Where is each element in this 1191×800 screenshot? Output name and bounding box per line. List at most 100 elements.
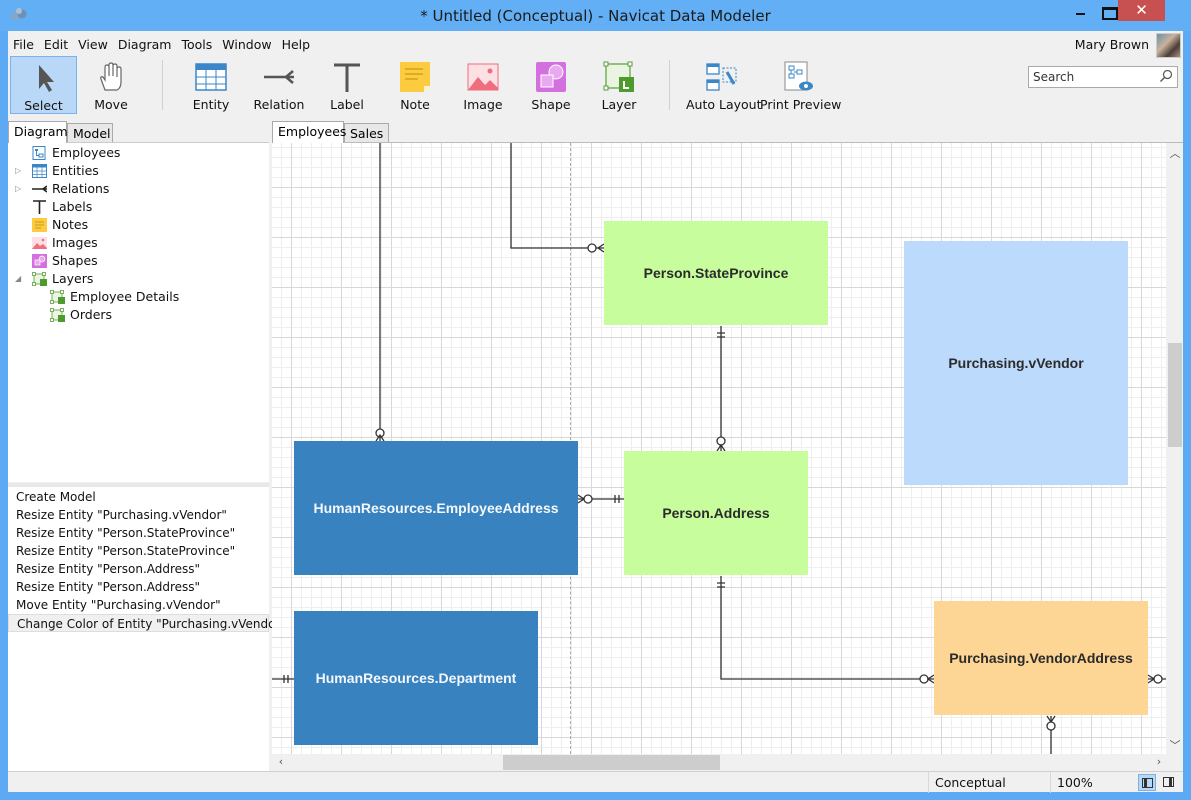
- menu-diagram[interactable]: Diagram: [113, 35, 177, 54]
- toolbar: Select Move Entity Relation Label Note I…: [8, 56, 1018, 118]
- history-item[interactable]: Resize Entity "Purchasing.vVendor": [8, 506, 269, 524]
- cursor-icon: [38, 65, 54, 92]
- relation-line: [919, 674, 929, 684]
- history-item[interactable]: Resize Entity "Person.Address": [8, 578, 269, 596]
- layer-tool-button[interactable]: Layer: [588, 56, 650, 114]
- tab-sales[interactable]: Sales: [344, 123, 389, 143]
- close-button[interactable]: ✕: [1118, 0, 1165, 21]
- menu-window[interactable]: Window: [217, 35, 276, 54]
- auto-layout-label: Auto Layout: [686, 97, 762, 112]
- user-name[interactable]: Mary Brown: [1075, 37, 1149, 52]
- menu-edit[interactable]: Edit: [39, 35, 73, 54]
- search-icon[interactable]: [1159, 69, 1173, 83]
- scroll-up-icon[interactable]: ︿: [1168, 145, 1182, 161]
- diagram-icon: [32, 146, 46, 160]
- entity-humanresources-department[interactable]: HumanResources.Department: [294, 611, 538, 745]
- menu-file[interactable]: File: [8, 35, 39, 54]
- hand-icon: [100, 62, 122, 91]
- select-tool-button[interactable]: Select: [10, 56, 77, 114]
- entity-purchasing-vvendor[interactable]: Purchasing.vVendor: [904, 241, 1128, 485]
- label-tool-button[interactable]: Label: [316, 56, 378, 114]
- tree-item-label: Images: [52, 235, 98, 250]
- expand-arrow-icon[interactable]: ▷: [15, 166, 23, 176]
- tab-employees[interactable]: Employees: [272, 121, 346, 143]
- status-bar: Conceptual 100%: [8, 771, 1183, 793]
- relation-line: [1046, 715, 1056, 724]
- relation-line: [720, 576, 934, 680]
- left-panel-toggle-button[interactable]: [1138, 774, 1156, 791]
- diagram-canvas-area: Person.StateProvince Purchasing.vVendor …: [272, 142, 1183, 772]
- search-input[interactable]: Search: [1028, 66, 1178, 88]
- entity-tool-button[interactable]: Entity: [180, 56, 242, 114]
- horizontal-scroll-thumb[interactable]: [503, 755, 720, 770]
- move-tool-button[interactable]: Move: [80, 56, 142, 114]
- scroll-down-icon[interactable]: ﹀: [1168, 737, 1182, 753]
- menu-view[interactable]: View: [73, 35, 113, 54]
- tab-diagram[interactable]: Diagram: [8, 121, 68, 143]
- relation-tool-button[interactable]: Relation: [248, 56, 310, 114]
- text-icon: [33, 200, 46, 214]
- tree-item-label: Employee Details: [70, 289, 180, 304]
- relation-line: [1153, 674, 1163, 684]
- shape-tool-button[interactable]: Shape: [520, 56, 582, 114]
- history-item[interactable]: Create Model: [8, 488, 269, 506]
- auto-layout-button[interactable]: Auto Layout: [686, 56, 762, 114]
- table-icon: [32, 164, 47, 178]
- tab-model[interactable]: Model: [67, 123, 113, 143]
- print-preview-button[interactable]: Print Preview: [760, 56, 841, 114]
- avatar[interactable]: [1156, 33, 1181, 58]
- tree-item-label: Relations: [52, 181, 110, 196]
- relation-line: [1147, 674, 1156, 684]
- history-item[interactable]: Resize Entity "Person.Address": [8, 560, 269, 578]
- scroll-right-icon[interactable]: ›: [1152, 755, 1166, 768]
- diagram-tree: Employees ▷ Entities ▷ Relations Labels …: [8, 142, 269, 482]
- menu-tools[interactable]: Tools: [176, 35, 217, 54]
- relation-icon: [32, 185, 47, 193]
- right-panel-toggle-button[interactable]: [1160, 774, 1178, 791]
- auto-layout-icon: [706, 63, 737, 91]
- vertical-scroll-thumb[interactable]: [1168, 343, 1182, 447]
- relation-line: [510, 143, 604, 249]
- relation-line: [375, 428, 385, 438]
- relation-icon: [264, 70, 294, 84]
- layer-icon: [50, 290, 65, 304]
- note-tool-button[interactable]: Note: [384, 56, 446, 114]
- relation-line: [614, 495, 620, 503]
- tree-item-label: Labels: [52, 199, 93, 214]
- layer-icon: [50, 308, 65, 322]
- history-item-selected[interactable]: Change Color of Entity "Purchasing.vVend…: [8, 614, 286, 632]
- vertical-scrollbar[interactable]: ︿ ﹀: [1166, 143, 1183, 754]
- history-item[interactable]: Resize Entity "Person.StateProvince": [8, 524, 269, 542]
- menu-help[interactable]: Help: [277, 35, 316, 54]
- label-tool-label: Label: [330, 97, 364, 112]
- note-icon: [400, 62, 430, 92]
- expand-arrow-icon[interactable]: ▷: [15, 184, 23, 194]
- zoom-level-status: 100%: [1050, 772, 1132, 793]
- horizontal-scrollbar[interactable]: ‹ ›: [272, 754, 1166, 771]
- entity-name: Person.Address: [662, 505, 770, 521]
- history-item[interactable]: Move Entity "Purchasing.vVendor": [8, 596, 269, 614]
- history-item[interactable]: Resize Entity "Person.StateProvince": [8, 542, 269, 560]
- entity-person-stateprovince[interactable]: Person.StateProvince: [604, 221, 828, 325]
- shape-tool-label: Shape: [531, 97, 571, 112]
- tree-item-label: Employees: [52, 145, 121, 160]
- relation-line: [717, 332, 725, 338]
- tree-item-label: Shapes: [52, 253, 98, 268]
- relation-tool-label: Relation: [253, 97, 305, 112]
- entity-person-address[interactable]: Person.Address: [624, 451, 808, 575]
- relation-line: [283, 675, 289, 683]
- image-tool-button[interactable]: Image: [452, 56, 514, 114]
- title-bar: * Untitled (Conceptual) - Navicat Data M…: [0, 0, 1191, 31]
- tree-item-label: Notes: [52, 217, 89, 232]
- diagram-canvas[interactable]: Person.StateProvince Purchasing.vVendor …: [272, 143, 1166, 754]
- scroll-left-icon[interactable]: ‹: [274, 755, 288, 768]
- entity-purchasing-vendoraddress[interactable]: Purchasing.VendorAddress: [934, 601, 1148, 715]
- collapse-arrow-icon[interactable]: ◢: [15, 274, 23, 284]
- app-window: * Untitled (Conceptual) - Navicat Data M…: [0, 0, 1191, 800]
- minimize-button[interactable]: [1066, 0, 1096, 21]
- entity-tool-label: Entity: [192, 97, 230, 112]
- entity-name: Purchasing.vVendor: [948, 355, 1084, 371]
- entity-humanresources-employeeaddress[interactable]: HumanResources.EmployeeAddress: [294, 441, 578, 575]
- relation-line: [717, 582, 725, 588]
- panel-left-icon: [1142, 778, 1153, 788]
